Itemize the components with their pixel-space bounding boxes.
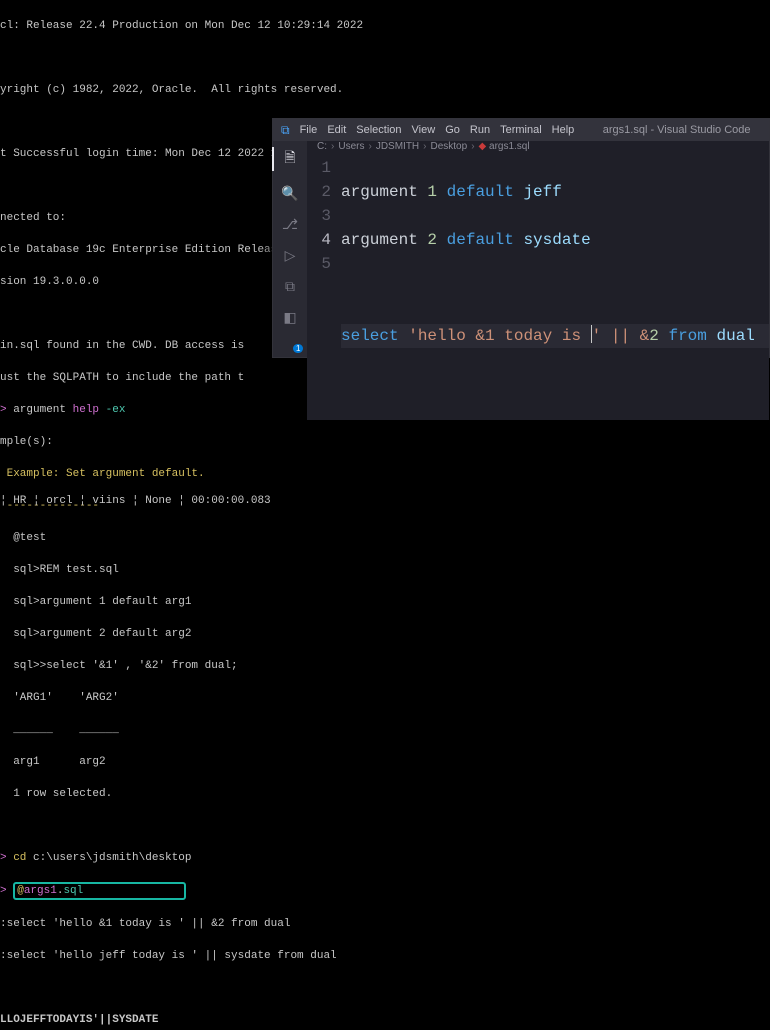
term-line: 'ARG1' 'ARG2' [0, 690, 770, 706]
code-area[interactable]: argument 1 default jeff argument 2 defau… [341, 156, 769, 420]
explorer-icon[interactable]: 🗎 [272, 147, 306, 171]
menu-edit[interactable]: Edit [327, 124, 346, 136]
activity-bar: 🗎 🔍 ⎇ ▷ ⧉ ◧ 1 [273, 141, 307, 357]
menu-go[interactable]: Go [445, 124, 460, 136]
term-line: :select 'hello jeff today is ' || sysdat… [0, 948, 770, 964]
term-line: sql>>select '&1' , '&2' from dual; [0, 658, 770, 674]
chevron-right-icon: › [368, 141, 371, 152]
prompt-line: > @args1.sql [0, 882, 770, 900]
menu-terminal[interactable]: Terminal [500, 124, 542, 136]
chevron-right-icon: › [471, 141, 474, 152]
term-line: yright (c) 1982, 2022, Oracle. All right… [0, 82, 770, 98]
breadcrumb-segment[interactable]: JDSMITH [376, 141, 419, 152]
breadcrumb[interactable]: C:›Users›JDSMITH›Desktop›◆ args1.sql [307, 141, 769, 152]
term-line: mple(s): [0, 434, 770, 450]
term-line: sql>argument 2 default arg2 [0, 626, 770, 642]
menu-view[interactable]: View [412, 124, 436, 136]
file-icon: ◆ [479, 141, 487, 152]
breadcrumb-segment[interactable]: Users [338, 141, 364, 152]
term-line: sql>argument 1 default arg1 [0, 594, 770, 610]
menu-file[interactable]: File [300, 124, 318, 136]
source-control-icon[interactable]: ⎇ [273, 216, 307, 233]
chevron-right-icon: › [423, 141, 426, 152]
term-line: ______ ______ [0, 722, 770, 738]
menu-help[interactable]: Help [552, 124, 575, 136]
term-line: :select 'hello &1 today is ' || &2 from … [0, 916, 770, 932]
command-highlight: @args1.sql [13, 882, 186, 900]
menu-run[interactable]: Run [470, 124, 490, 136]
vscode-titlebar[interactable]: ⧉ File Edit Selection View Go Run Termin… [273, 119, 769, 141]
activity-badge: 1 [293, 344, 303, 353]
editor[interactable]: 12345 argument 1 default jeff argument 2… [307, 152, 769, 420]
chevron-right-icon: › [331, 141, 334, 152]
line-gutter: 12345 [307, 156, 341, 420]
term-line: LLOJEFFTODAYIS'||SYSDATE [0, 1012, 770, 1028]
term-line: Example: Set argument default. [0, 466, 770, 482]
prompt-line: > cd c:\users\jdsmith\desktop [0, 850, 770, 866]
terminal-statusbar: ¦ HR ¦ orcl ¦ viins ¦ None ¦ 00:00:00.08… [0, 495, 271, 507]
term-line: arg1 arg2 [0, 754, 770, 770]
search-icon[interactable]: 🔍 [273, 185, 307, 202]
vscode-window[interactable]: ⧉ File Edit Selection View Go Run Termin… [272, 118, 770, 358]
remote-icon[interactable]: ◧ [273, 309, 307, 326]
breadcrumb-segment[interactable]: ◆ args1.sql [479, 141, 530, 152]
vscode-logo-icon: ⧉ [281, 123, 290, 138]
term-line: cl: Release 22.4 Production on Mon Dec 1… [0, 18, 770, 34]
term-line: @test [0, 530, 770, 546]
breadcrumb-segment[interactable]: Desktop [431, 141, 468, 152]
term-line: 1 row selected. [0, 786, 770, 802]
menu-selection[interactable]: Selection [356, 124, 401, 136]
run-debug-icon[interactable]: ▷ [273, 247, 307, 264]
term-line: sql>REM test.sql [0, 562, 770, 578]
breadcrumb-segment[interactable]: C: [317, 141, 327, 152]
window-title: args1.sql - Visual Studio Code [584, 124, 769, 136]
extensions-icon[interactable]: ⧉ [273, 278, 307, 295]
